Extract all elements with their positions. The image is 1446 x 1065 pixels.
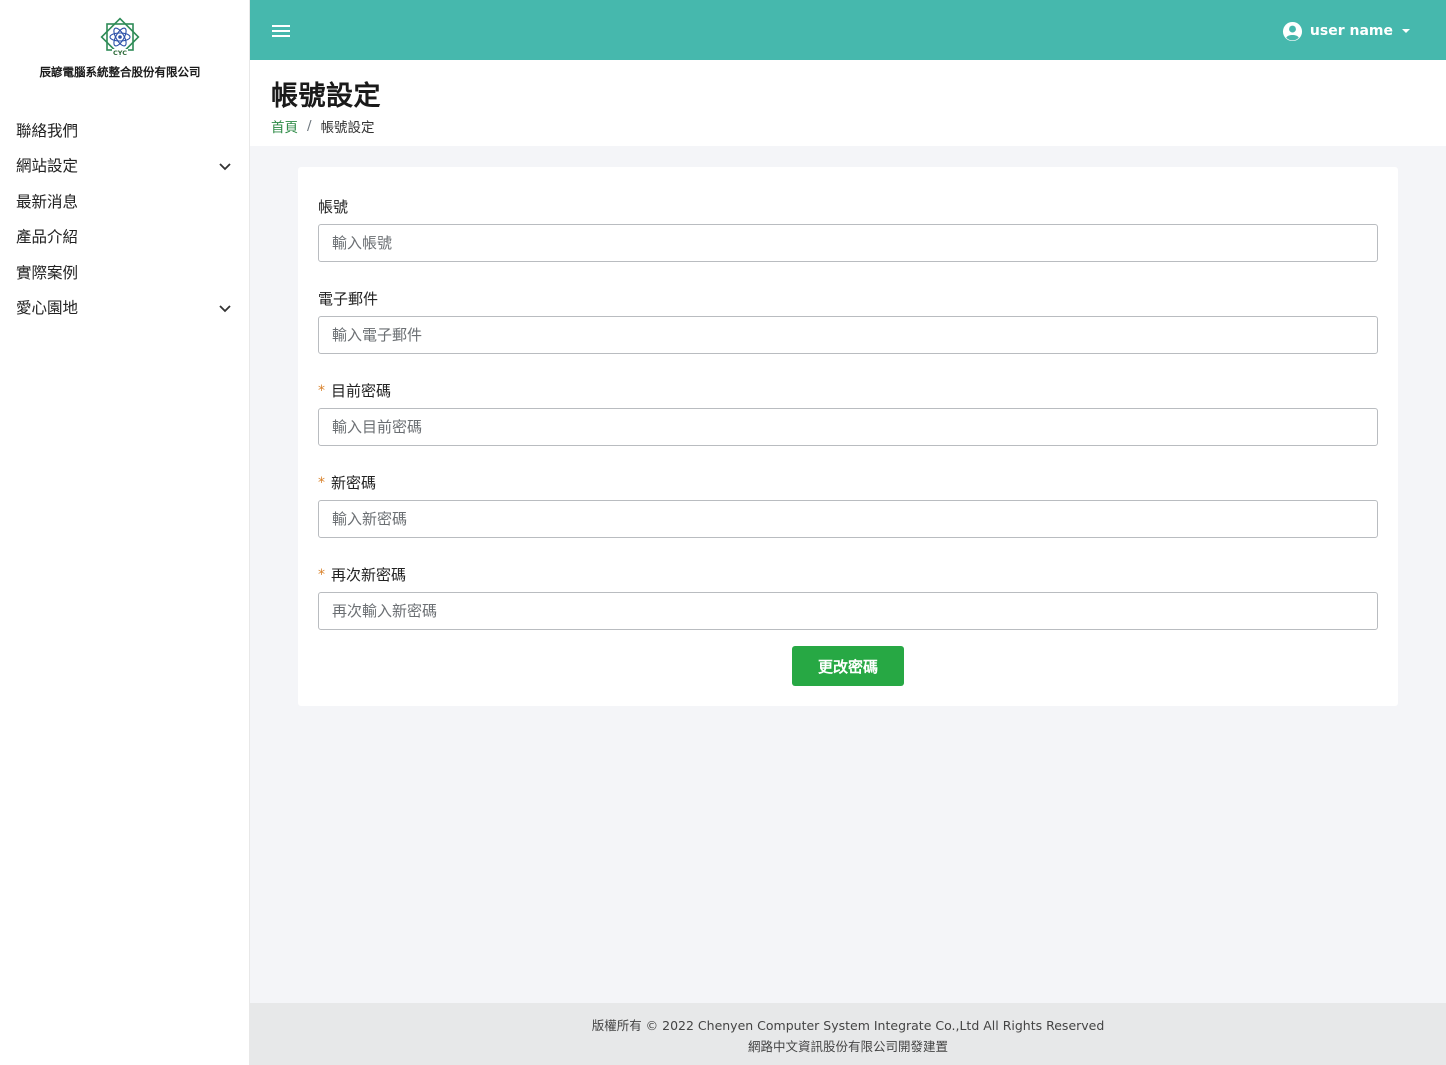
user-menu-dropdown[interactable]: user name	[1282, 19, 1410, 43]
new-password-input[interactable]	[318, 500, 1378, 538]
caret-down-icon	[1402, 29, 1410, 33]
company-logo-icon: CYC	[100, 17, 140, 57]
page-title: 帳號設定	[271, 81, 381, 112]
sidebar: CYC 辰諺電腦系統整合股份有限公司 聯絡我們 網站設定 最新消息 產品介紹 實…	[0, 0, 250, 1065]
brand[interactable]: CYC 辰諺電腦系統整合股份有限公司	[0, 12, 240, 80]
sidebar-item-label: 產品介紹	[16, 228, 79, 247]
hamburger-icon	[272, 25, 290, 27]
top-navbar: user name	[250, 0, 1446, 60]
sidebar-item-contact[interactable]: 聯絡我們	[0, 112, 250, 148]
sidebar-item-label: 聯絡我們	[16, 121, 79, 140]
logo-text: CYC	[113, 49, 127, 57]
breadcrumb-current: 帳號設定	[320, 120, 375, 136]
menu-toggle-button[interactable]	[272, 25, 292, 41]
chevron-down-icon	[219, 305, 231, 313]
breadcrumb: 首頁 / 帳號設定	[271, 116, 375, 136]
user-name: user name	[1309, 23, 1393, 39]
email-input[interactable]	[318, 316, 1378, 354]
user-circle-icon	[1282, 21, 1302, 41]
account-settings-card: 帳號 電子郵件 * 目前密碼 * 新密碼 * 再次新密碼 更改密碼	[298, 167, 1398, 706]
page-header: 帳號設定 首頁 / 帳號設定	[250, 60, 1446, 146]
breadcrumb-home-link[interactable]: 首頁	[271, 116, 298, 136]
email-label: 電子郵件	[318, 290, 379, 308]
required-mark: *	[318, 382, 325, 399]
sidebar-item-news[interactable]: 最新消息	[0, 183, 250, 219]
required-mark: *	[318, 474, 325, 491]
current-password-input[interactable]	[318, 408, 1378, 446]
footer: 版權所有 © 2022 Chenyen Computer System Inte…	[250, 1003, 1446, 1065]
sidebar-item-label: 實際案例	[16, 263, 79, 282]
footer-copyright: 版權所有 © 2022 Chenyen Computer System Inte…	[591, 1018, 1105, 1033]
company-name: 辰諺電腦系統整合股份有限公司	[39, 65, 201, 79]
sidebar-item-site-settings[interactable]: 網站設定	[0, 148, 250, 184]
footer-developer: 網路中文資訊股份有限公司開發建置	[747, 1039, 948, 1054]
sidebar-item-products[interactable]: 產品介紹	[0, 219, 250, 255]
sidebar-item-cases[interactable]: 實際案例	[0, 254, 250, 290]
change-password-button[interactable]: 更改密碼	[792, 646, 904, 686]
required-mark: *	[318, 566, 325, 583]
confirm-password-input[interactable]	[318, 592, 1378, 630]
breadcrumb-separator: /	[307, 118, 312, 134]
account-input[interactable]	[318, 224, 1378, 262]
sidebar-item-label: 網站設定	[16, 157, 79, 176]
sidebar-item-label: 愛心園地	[16, 299, 79, 318]
sidebar-item-label: 最新消息	[16, 192, 79, 211]
chevron-down-icon	[219, 163, 231, 171]
account-label: 帳號	[318, 198, 349, 216]
sidebar-nav: 聯絡我們 網站設定 最新消息 產品介紹 實際案例 愛心園地	[0, 112, 250, 325]
current-password-label: * 目前密碼	[318, 382, 392, 400]
confirm-password-label: * 再次新密碼	[318, 566, 407, 584]
new-password-label: * 新密碼	[318, 474, 377, 492]
sidebar-item-charity[interactable]: 愛心園地	[0, 290, 250, 326]
